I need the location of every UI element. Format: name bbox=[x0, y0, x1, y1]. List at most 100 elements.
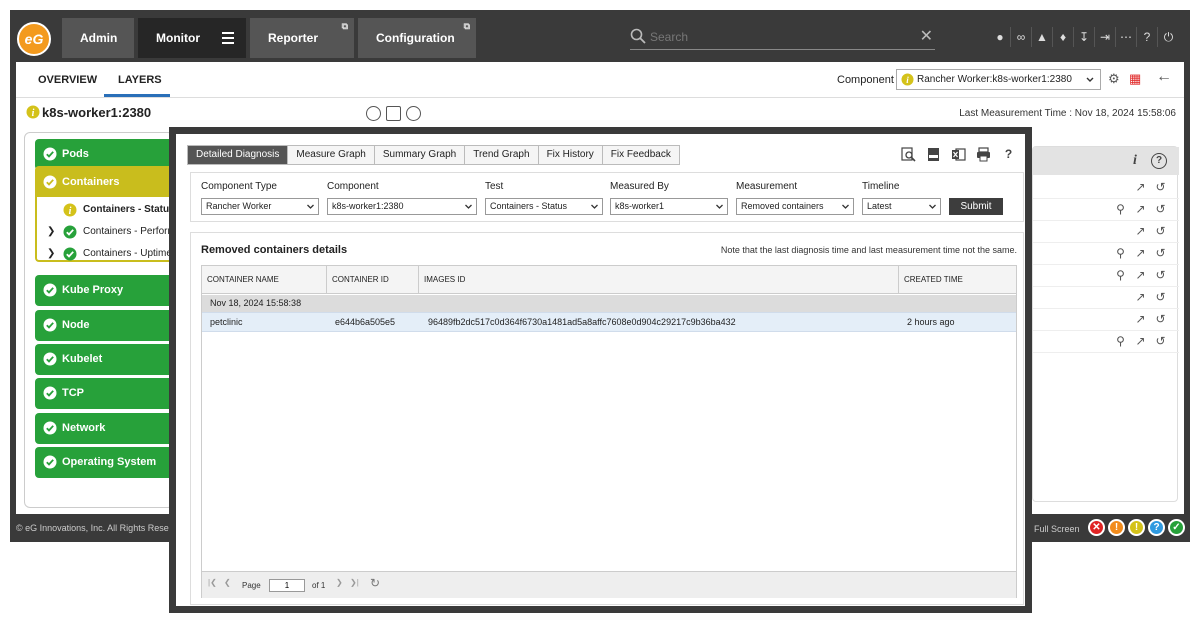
back-arrow-icon[interactable]: ← bbox=[1156, 68, 1172, 86]
critical-status-icon[interactable]: ✕ bbox=[1088, 519, 1105, 536]
tab-detailed-diagnosis[interactable]: Detailed Diagnosis bbox=[188, 146, 289, 164]
search-icon[interactable] bbox=[630, 28, 646, 44]
next-page-icon[interactable]: ❯ bbox=[336, 578, 343, 587]
column-header-container-id[interactable]: CONTAINER ID bbox=[327, 266, 419, 294]
history-icon[interactable]: ↺ bbox=[1153, 246, 1168, 261]
column-header-created-time[interactable]: CREATED TIME bbox=[899, 266, 1016, 294]
history-icon[interactable]: ↺ bbox=[1153, 268, 1168, 283]
print-icon[interactable] bbox=[975, 147, 992, 162]
column-header-images-id[interactable]: IMAGES ID bbox=[419, 266, 899, 294]
unknown-status-icon[interactable]: ? bbox=[1148, 519, 1165, 536]
help-icon[interactable]: ? bbox=[1000, 147, 1017, 162]
table-row: ↗ ↺ bbox=[1033, 221, 1179, 243]
measured-by-select[interactable]: k8s-worker1 bbox=[610, 198, 728, 215]
zoom-icon[interactable] bbox=[900, 147, 917, 162]
excel-icon[interactable] bbox=[950, 147, 967, 162]
column-header-container-name[interactable]: CONTAINER NAME bbox=[202, 266, 327, 294]
history-icon[interactable]: ↺ bbox=[1153, 334, 1168, 349]
layer-node[interactable]: Node bbox=[35, 310, 175, 341]
nav-reporter[interactable]: Reporter ⧉ bbox=[250, 18, 354, 58]
power-icon[interactable]: ⏻ bbox=[1158, 27, 1179, 47]
link-icon[interactable]: ∞ bbox=[1011, 27, 1032, 47]
prev-page-icon[interactable]: ❮ bbox=[224, 578, 231, 587]
layer-kubelet[interactable]: Kubelet bbox=[35, 344, 175, 375]
graph-icon[interactable]: ↗ bbox=[1133, 246, 1148, 261]
history-icon[interactable]: ↺ bbox=[1153, 290, 1168, 305]
history-icon[interactable]: ↺ bbox=[1153, 180, 1168, 195]
history-icon[interactable]: ↺ bbox=[1153, 202, 1168, 217]
submit-button[interactable]: Submit bbox=[949, 198, 1003, 215]
measurement-select[interactable]: Removed containers bbox=[736, 198, 854, 215]
graph-icon[interactable]: ↗ bbox=[1133, 312, 1148, 327]
user-icon[interactable]: ● bbox=[990, 27, 1011, 47]
pdf-icon[interactable] bbox=[925, 147, 942, 162]
timeline-select[interactable]: Latest bbox=[862, 198, 941, 215]
graph-icon[interactable]: ↗ bbox=[1133, 268, 1148, 283]
test-containers-performance[interactable]: ❯ Containers - Performance bbox=[39, 222, 175, 242]
more-icon[interactable]: ⋯ bbox=[1116, 27, 1137, 47]
copy-icon[interactable] bbox=[386, 106, 401, 121]
graph-icon[interactable]: ↗ bbox=[1133, 224, 1148, 239]
info-icon[interactable]: i bbox=[1133, 153, 1137, 169]
refresh-icon[interactable]: ↻ bbox=[370, 576, 380, 590]
component-type-select[interactable]: Rancher Worker bbox=[201, 198, 319, 215]
test-select[interactable]: Containers - Status bbox=[485, 198, 603, 215]
login-icon[interactable]: ⇥ bbox=[1095, 27, 1116, 47]
normal-status-icon[interactable]: ✓ bbox=[1168, 519, 1185, 536]
bell-icon[interactable]: ♦ bbox=[1053, 27, 1074, 47]
layer-operating-system[interactable]: Operating System bbox=[35, 447, 175, 478]
topology-icon[interactable]: ▦ bbox=[1129, 71, 1141, 87]
chevron-right-icon[interactable]: ❯ bbox=[47, 244, 55, 264]
test-containers-status[interactable]: i Containers - Status bbox=[39, 200, 175, 220]
hamburger-menu-icon[interactable] bbox=[222, 32, 234, 47]
fullscreen-link[interactable]: Full Screen bbox=[1034, 524, 1080, 534]
first-page-icon[interactable]: |❮ bbox=[208, 578, 217, 587]
warning-info-icon: i bbox=[26, 105, 40, 119]
history-icon[interactable] bbox=[366, 106, 381, 121]
graph-icon[interactable]: ↗ bbox=[1133, 180, 1148, 195]
major-status-icon[interactable]: ! bbox=[1108, 519, 1125, 536]
search-input[interactable] bbox=[650, 28, 910, 46]
component-select[interactable]: k8s-worker1:2380 bbox=[327, 198, 477, 215]
diagnosis-icon[interactable]: ⚲ bbox=[1113, 202, 1128, 217]
nav-configuration[interactable]: Configuration ⧉ bbox=[358, 18, 476, 58]
download-icon[interactable]: ↧ bbox=[1074, 27, 1095, 47]
tab-fix-feedback[interactable]: Fix Feedback bbox=[602, 146, 679, 164]
diagnosis-icon[interactable]: ⚲ bbox=[1113, 246, 1128, 261]
layer-tcp[interactable]: TCP bbox=[35, 378, 175, 409]
layer-network[interactable]: Network bbox=[35, 413, 175, 444]
clear-search-icon[interactable]: ✕ bbox=[920, 26, 933, 46]
component-label: Component bbox=[327, 181, 379, 192]
diagnosis-icon[interactable]: ⚲ bbox=[1113, 268, 1128, 283]
page-number-input[interactable] bbox=[269, 579, 305, 592]
component-settings-icon[interactable]: ⚙ bbox=[1108, 71, 1120, 87]
alert-map-icon[interactable]: ▲ bbox=[1032, 27, 1053, 47]
nav-monitor[interactable]: Monitor bbox=[138, 18, 246, 58]
diagnose-icon[interactable] bbox=[406, 106, 421, 121]
graph-icon[interactable]: ↗ bbox=[1133, 290, 1148, 305]
help-icon[interactable]: ? bbox=[1137, 27, 1158, 47]
help-circle-icon[interactable]: ? bbox=[1151, 153, 1167, 169]
nav-admin[interactable]: Admin bbox=[62, 18, 134, 58]
table-row[interactable]: petclinic e644b6a505e5 96489fb2dc517c0d3… bbox=[202, 312, 1016, 332]
tab-measure-graph[interactable]: Measure Graph bbox=[288, 146, 375, 164]
graph-icon[interactable]: ↗ bbox=[1133, 202, 1148, 217]
nav-monitor-label: Monitor bbox=[156, 31, 200, 45]
history-icon[interactable]: ↺ bbox=[1153, 224, 1168, 239]
component-select[interactable]: i Rancher Worker:k8s-worker1:2380 bbox=[896, 69, 1101, 90]
history-icon[interactable]: ↺ bbox=[1153, 312, 1168, 327]
test-containers-uptime[interactable]: ❯ Containers - Uptime bbox=[39, 244, 175, 264]
layer-kube-proxy[interactable]: Kube Proxy bbox=[35, 275, 175, 306]
diagnosis-icon[interactable]: ⚲ bbox=[1113, 334, 1128, 349]
tab-layers[interactable]: LAYERS bbox=[118, 74, 162, 86]
tab-overview[interactable]: OVERVIEW bbox=[38, 74, 97, 86]
chevron-right-icon[interactable]: ❯ bbox=[47, 222, 55, 242]
eg-logo[interactable]: eG bbox=[17, 22, 51, 56]
last-page-icon[interactable]: ❯| bbox=[350, 578, 359, 587]
tab-trend-graph[interactable]: Trend Graph bbox=[465, 146, 539, 164]
minor-status-icon[interactable]: ! bbox=[1128, 519, 1145, 536]
graph-icon[interactable]: ↗ bbox=[1133, 334, 1148, 349]
tab-summary-graph[interactable]: Summary Graph bbox=[374, 146, 466, 164]
layer-containers[interactable]: Containers bbox=[37, 168, 175, 197]
tab-fix-history[interactable]: Fix History bbox=[538, 146, 603, 164]
